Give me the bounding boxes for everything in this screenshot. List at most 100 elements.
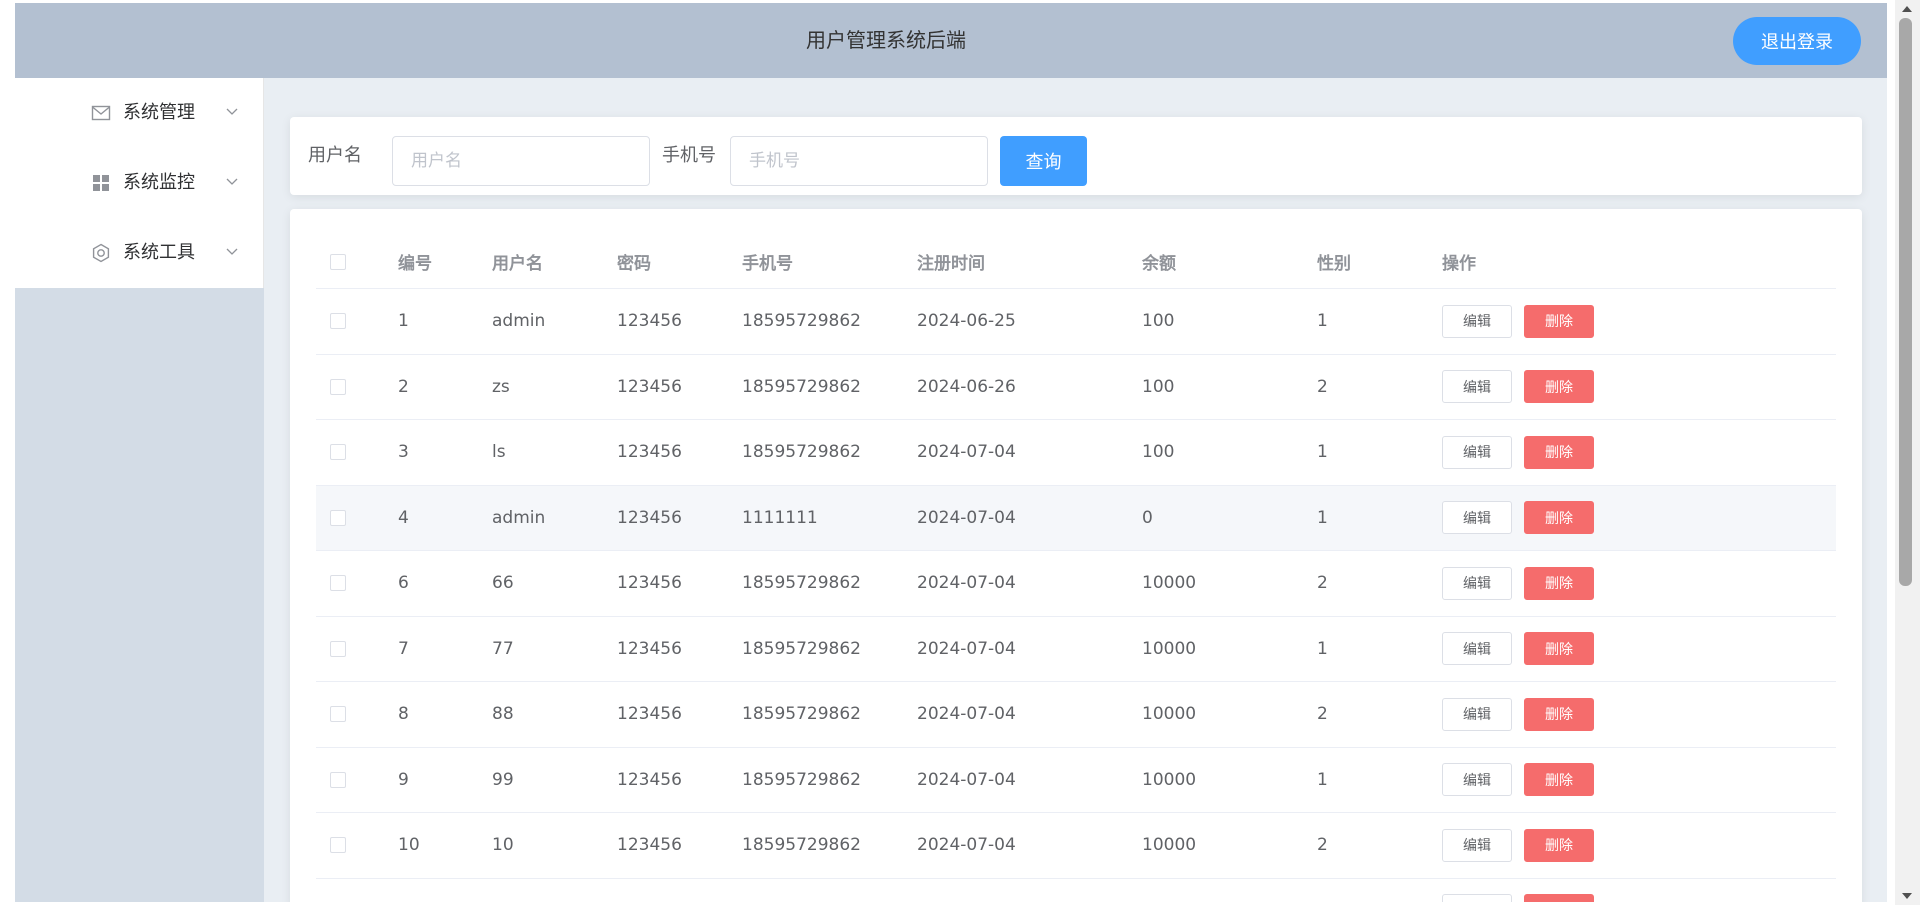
cell-actions: 编辑 删除	[1442, 355, 1594, 420]
cell-balance: 100	[1142, 442, 1175, 463]
table-row[interactable]: 8 88 123456 18595729862 2024-07-04 10000 2 编辑 删除	[316, 682, 1836, 748]
delete-button[interactable]: 删除	[1524, 632, 1594, 666]
cell-phone: 18595729862	[742, 573, 861, 594]
cell-actions: 编辑 删除	[1442, 748, 1594, 813]
query-button[interactable]: 查询	[1000, 136, 1087, 186]
row-select-cell	[330, 551, 346, 616]
cell-username: 88	[492, 704, 514, 725]
delete-button[interactable]: 删除	[1524, 501, 1594, 535]
column-header-phone[interactable]: 手机号	[742, 235, 793, 288]
sidebar-item-label: 系统监控	[123, 172, 195, 193]
edit-button[interactable]: 编辑	[1442, 763, 1512, 797]
cell-phone: 18595729862	[742, 704, 861, 725]
cell-id: 9	[398, 769, 409, 790]
cell-username: 10	[492, 835, 514, 856]
column-header-gender[interactable]: 性别	[1317, 235, 1351, 288]
row-checkbox[interactable]	[330, 640, 346, 657]
cell-phone: 1111111	[742, 507, 818, 528]
scroll-up-icon[interactable]	[1902, 6, 1912, 12]
sidebar-item-system-tools[interactable]: 系统工具	[15, 218, 264, 288]
column-header-reg-time[interactable]: 注册时间	[917, 235, 985, 288]
table-row[interactable]: 4 admin 123456 1111111 2024-07-04 0 1 编辑 删除	[316, 485, 1836, 551]
cell-actions	[1442, 879, 1594, 902]
app-frame: 用户管理系统后端 退出登录 系统管理 系统监控 系统工具 用户名 用户名 手机号…	[15, 3, 1887, 902]
cell-balance: 0	[1142, 507, 1153, 528]
edit-button[interactable]: 编辑	[1442, 632, 1512, 666]
cell-balance: 10000	[1142, 769, 1197, 790]
row-checkbox[interactable]	[330, 837, 346, 854]
cell-id: 3	[398, 442, 409, 463]
cell-username: 77	[492, 638, 514, 659]
username-label: 用户名	[308, 145, 362, 166]
cell-username: 66	[492, 573, 514, 594]
cell-phone: 18595729862	[742, 769, 861, 790]
table-row-partial[interactable]	[316, 879, 1836, 902]
row-checkbox[interactable]	[330, 313, 346, 330]
cell-reg-time: 2024-06-25	[917, 311, 1016, 332]
delete-button[interactable]: 删除	[1524, 304, 1594, 338]
table-row[interactable]: 2 zs 123456 18595729862 2024-06-26 100 2 编辑 删除	[316, 355, 1836, 420]
column-header-id[interactable]: 编号	[398, 235, 432, 288]
table-row[interactable]: 9 99 123456 18595729862 2024-07-04 10000 1 编辑 删除	[316, 748, 1836, 813]
cell-gender: 1	[1317, 507, 1328, 528]
delete-button[interactable]: 删除	[1524, 828, 1594, 862]
edit-button[interactable]: 编辑	[1442, 566, 1512, 600]
phone-input[interactable]	[730, 136, 988, 186]
edit-button[interactable]: 编辑	[1442, 304, 1512, 338]
cell-gender: 1	[1317, 769, 1328, 790]
username-input[interactable]	[392, 136, 650, 186]
row-select-cell	[330, 748, 346, 813]
column-header-username[interactable]: 用户名	[492, 235, 543, 288]
cell-actions: 编辑 删除	[1442, 617, 1594, 682]
table-row[interactable]: 1 admin 123456 18595729862 2024-06-25 100 1 编辑删…	[316, 289, 1836, 355]
edit-button[interactable]: 编辑	[1442, 697, 1512, 731]
chevron-down-icon	[226, 108, 238, 115]
cell-reg-time: 2024-07-04	[917, 442, 1016, 463]
edit-button[interactable]: 编辑	[1442, 435, 1512, 469]
cell-balance: 10000	[1142, 835, 1197, 856]
cell-gender: 1	[1317, 442, 1328, 463]
cell-actions: 编辑 删除	[1442, 813, 1594, 878]
delete-button[interactable]: 删除	[1524, 697, 1594, 731]
cell-password: 123456	[617, 769, 682, 790]
row-checkbox[interactable]	[330, 378, 346, 395]
delete-button[interactable]: 删除	[1524, 435, 1594, 469]
delete-button[interactable]: 删除	[1524, 566, 1594, 600]
delete-button[interactable]: 删除	[1524, 763, 1594, 797]
table-row[interactable]: 6 66 123456 18595729862 2024-07-04 10000 2 编辑 删除	[316, 551, 1836, 617]
cell-reg-time: 2024-07-04	[917, 638, 1016, 659]
chevron-down-icon	[226, 178, 238, 185]
delete-button[interactable]	[1524, 894, 1594, 902]
sidebar-menu: 系统管理 系统监控 系统工具	[15, 78, 264, 288]
table-row[interactable]: 3 ls 123456 18595729862 2024-07-04 100 1 编辑 删除	[316, 420, 1836, 486]
select-all-checkbox[interactable]	[330, 253, 346, 270]
table-row[interactable]: 10 10 123456 18595729862 2024-07-04 10000 2 编辑删…	[316, 813, 1836, 879]
cell-id: 6	[398, 573, 409, 594]
row-checkbox[interactable]	[330, 575, 346, 592]
cell-gender: 2	[1317, 835, 1328, 856]
row-checkbox[interactable]	[330, 706, 346, 723]
scrollbar-thumb[interactable]	[1899, 18, 1912, 586]
edit-button[interactable]: 编辑	[1442, 370, 1512, 404]
row-select-cell	[330, 355, 346, 420]
cell-id: 7	[398, 638, 409, 659]
cell-username: ls	[492, 442, 506, 463]
column-header-password[interactable]: 密码	[617, 235, 651, 288]
cell-reg-time: 2024-06-26	[917, 376, 1016, 397]
row-checkbox[interactable]	[330, 444, 346, 461]
row-checkbox[interactable]	[330, 509, 346, 526]
scroll-down-icon[interactable]	[1902, 893, 1912, 899]
cell-id: 10	[398, 835, 420, 856]
table-row[interactable]: 7 77 123456 18595729862 2024-07-04 10000 1 编辑 删除	[316, 617, 1836, 682]
cell-balance: 10000	[1142, 573, 1197, 594]
cell-id: 1	[398, 311, 409, 332]
sidebar-item-system-monitor[interactable]: 系统监控	[15, 148, 264, 218]
sidebar-item-system-management[interactable]: 系统管理	[15, 78, 264, 148]
delete-button[interactable]: 删除	[1524, 370, 1594, 404]
edit-button[interactable]	[1442, 894, 1512, 902]
logout-button[interactable]: 退出登录	[1733, 17, 1861, 65]
edit-button[interactable]: 编辑	[1442, 828, 1512, 862]
column-header-balance[interactable]: 余额	[1142, 235, 1176, 288]
row-checkbox[interactable]	[330, 771, 346, 788]
edit-button[interactable]: 编辑	[1442, 501, 1512, 535]
